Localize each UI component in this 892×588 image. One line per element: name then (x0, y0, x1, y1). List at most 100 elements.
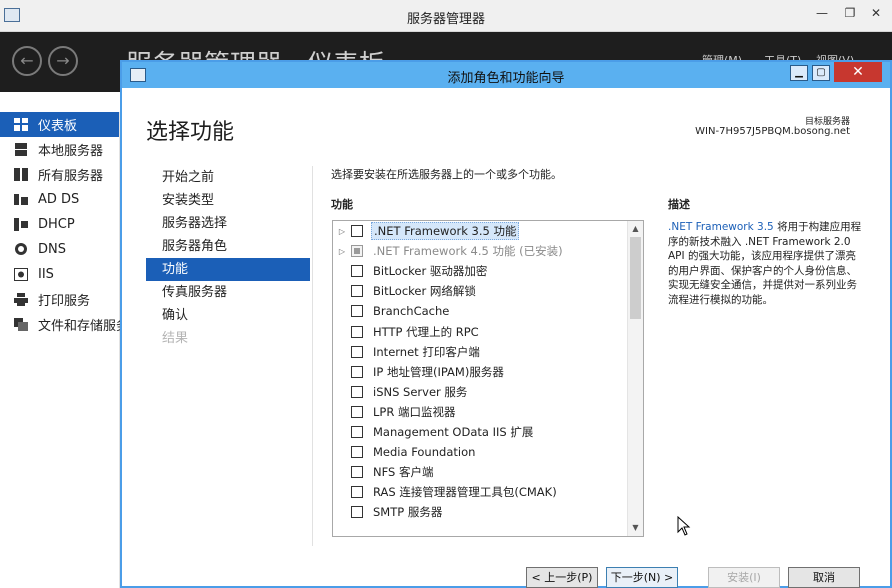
features-column-label: 功能 (331, 198, 353, 211)
cancel-button[interactable]: 取消 (788, 567, 860, 588)
forward-arrow-icon[interactable]: → (48, 46, 78, 76)
sidebar-item-label: 文件和存储服务 (38, 319, 130, 334)
dashboard-icon (14, 118, 28, 131)
step-fax-server[interactable]: 传真服务器 (146, 281, 310, 304)
sidebar-item-local-server[interactable]: 本地服务器 (0, 137, 119, 162)
dns-icon (14, 243, 28, 256)
feature-row[interactable]: Media Foundation (333, 442, 643, 462)
feature-label: RAS 连接管理器管理工具包(CMAK) (373, 485, 557, 500)
step-server-selection[interactable]: 服务器选择 (146, 212, 310, 235)
feature-checkbox[interactable] (351, 506, 363, 519)
feature-checkbox[interactable] (351, 425, 363, 438)
feature-checkbox[interactable] (351, 305, 363, 318)
next-button[interactable]: 下一步(N) > (606, 567, 678, 588)
feature-label: HTTP 代理上的 RPC (373, 324, 479, 339)
feature-row[interactable]: iSNS Server 服务 (333, 382, 643, 402)
sidebar-item-storage[interactable]: 文件和存储服务 (0, 312, 129, 337)
server-manager-sidebar: 仪表板 本地服务器 所有服务器 AD DS DHCP DNS IIS 打印服务 … (0, 112, 129, 588)
storage-icon (14, 318, 28, 331)
step-features[interactable]: 功能 (146, 258, 310, 281)
server-manager-titlebar: 服务器管理器 — ❐ ✕ (0, 0, 892, 32)
feature-checkbox-partial[interactable] (351, 245, 363, 258)
iis-icon (13, 267, 29, 282)
features-scrollbar[interactable]: ▲ ▼ (627, 221, 643, 536)
feature-label: LPR 端口监视器 (373, 404, 456, 419)
feature-label: Management OData IIS 扩展 (373, 424, 534, 439)
feature-label: Media Foundation (373, 445, 476, 460)
wizard-titlebar[interactable]: 添加角色和功能向导 ▁ ▢ ✕ (122, 62, 890, 88)
feature-label: iSNS Server 服务 (373, 384, 468, 399)
feature-row[interactable]: BitLocker 网络解锁 (333, 281, 643, 301)
sidebar-item-label: 所有服务器 (38, 169, 104, 184)
maximize-icon[interactable]: ❐ (840, 4, 860, 22)
feature-row[interactable]: BranchCache (333, 301, 643, 321)
sidebar-item-label: DNS (38, 242, 66, 257)
feature-checkbox[interactable] (351, 225, 363, 238)
sidebar-item-dashboard[interactable]: 仪表板 (0, 112, 119, 137)
feature-label: SMTP 服务器 (373, 505, 443, 520)
back-arrow-icon[interactable]: ← (12, 46, 42, 76)
feature-row[interactable]: ▷ .NET Framework 4.5 功能 (已安装) (333, 241, 643, 261)
feature-checkbox[interactable] (351, 285, 363, 298)
features-intro-text: 选择要安装在所选服务器上的一个或多个功能。 (331, 168, 562, 181)
scroll-down-icon[interactable]: ▼ (628, 521, 643, 535)
destination-server-name: WIN-7H957J5PBQM.bosong.net (695, 126, 850, 137)
ad-ds-icon (14, 193, 28, 206)
sidebar-item-dhcp[interactable]: DHCP (0, 212, 119, 237)
wizard-minimize-icon[interactable]: ▁ (790, 65, 808, 81)
feature-label: IP 地址管理(IPAM)服务器 (373, 364, 504, 379)
wizard-maximize-icon[interactable]: ▢ (812, 65, 830, 81)
feature-checkbox[interactable] (351, 466, 363, 479)
scroll-thumb[interactable] (630, 237, 641, 319)
feature-row[interactable]: BitLocker 驱动器加密 (333, 261, 643, 281)
feature-row[interactable]: RAS 连接管理器管理工具包(CMAK) (333, 482, 643, 502)
wizard-steps-nav: 开始之前 安装类型 服务器选择 服务器角色 功能 传真服务器 确认 结果 (146, 166, 310, 350)
features-tree-list[interactable]: ▷ .NET Framework 3.5 功能 ▷ .NET Framework… (332, 220, 644, 537)
steps-divider (312, 166, 313, 546)
feature-checkbox[interactable] (351, 405, 363, 418)
dhcp-icon (14, 218, 28, 231)
feature-row[interactable]: LPR 端口监视器 (333, 402, 643, 422)
feature-checkbox[interactable] (351, 325, 363, 338)
step-confirmation[interactable]: 确认 (146, 304, 310, 327)
feature-checkbox[interactable] (351, 446, 363, 459)
servers-icon (14, 168, 28, 181)
feature-checkbox[interactable] (351, 486, 363, 499)
sidebar-item-label: 仪表板 (38, 119, 78, 134)
feature-label: .NET Framework 3.5 功能 (371, 222, 520, 241)
description-feature-link: .NET Framework 3.5 (668, 221, 774, 233)
close-icon[interactable]: ✕ (866, 4, 886, 22)
feature-row[interactable]: SMTP 服务器 (333, 502, 643, 522)
server-icon (14, 143, 28, 156)
step-before-you-begin[interactable]: 开始之前 (146, 166, 310, 189)
feature-row[interactable]: Management OData IIS 扩展 (333, 422, 643, 442)
expand-arrow-icon[interactable]: ▷ (333, 247, 351, 256)
feature-row[interactable]: HTTP 代理上的 RPC (333, 321, 643, 341)
sidebar-item-ad-ds[interactable]: AD DS (0, 187, 119, 212)
feature-checkbox[interactable] (351, 385, 363, 398)
feature-label: BitLocker 驱动器加密 (373, 264, 488, 279)
expand-arrow-icon[interactable]: ▷ (333, 227, 351, 236)
sidebar-item-print[interactable]: 打印服务 (0, 287, 119, 312)
step-results: 结果 (162, 331, 189, 346)
feature-description: .NET Framework 3.5 将用于构建应用程序的新技术融入 .NET … (668, 220, 862, 308)
feature-checkbox[interactable] (351, 345, 363, 358)
feature-row[interactable]: NFS 客户端 (333, 462, 643, 482)
sidebar-item-dns[interactable]: DNS (0, 237, 119, 262)
minimize-icon[interactable]: — (812, 4, 832, 22)
feature-row[interactable]: ▷ .NET Framework 3.5 功能 (333, 221, 643, 241)
feature-checkbox[interactable] (351, 265, 363, 278)
feature-row[interactable]: IP 地址管理(IPAM)服务器 (333, 362, 643, 382)
step-installation-type[interactable]: 安装类型 (146, 189, 310, 212)
feature-row[interactable]: Internet 打印客户端 (333, 342, 643, 362)
sidebar-item-iis[interactable]: IIS (0, 262, 119, 287)
sidebar-item-all-servers[interactable]: 所有服务器 (0, 162, 119, 187)
wizard-close-icon[interactable]: ✕ (834, 62, 882, 82)
sidebar-item-label: 本地服务器 (38, 144, 104, 159)
previous-button[interactable]: < 上一步(P) (526, 567, 598, 588)
step-server-roles[interactable]: 服务器角色 (146, 235, 310, 258)
add-roles-wizard: 添加角色和功能向导 ▁ ▢ ✕ 选择功能 目标服务器 WIN-7H957J5PB… (120, 60, 892, 588)
sidebar-item-label: AD DS (38, 192, 80, 207)
scroll-up-icon[interactable]: ▲ (628, 222, 643, 236)
feature-checkbox[interactable] (351, 365, 363, 378)
